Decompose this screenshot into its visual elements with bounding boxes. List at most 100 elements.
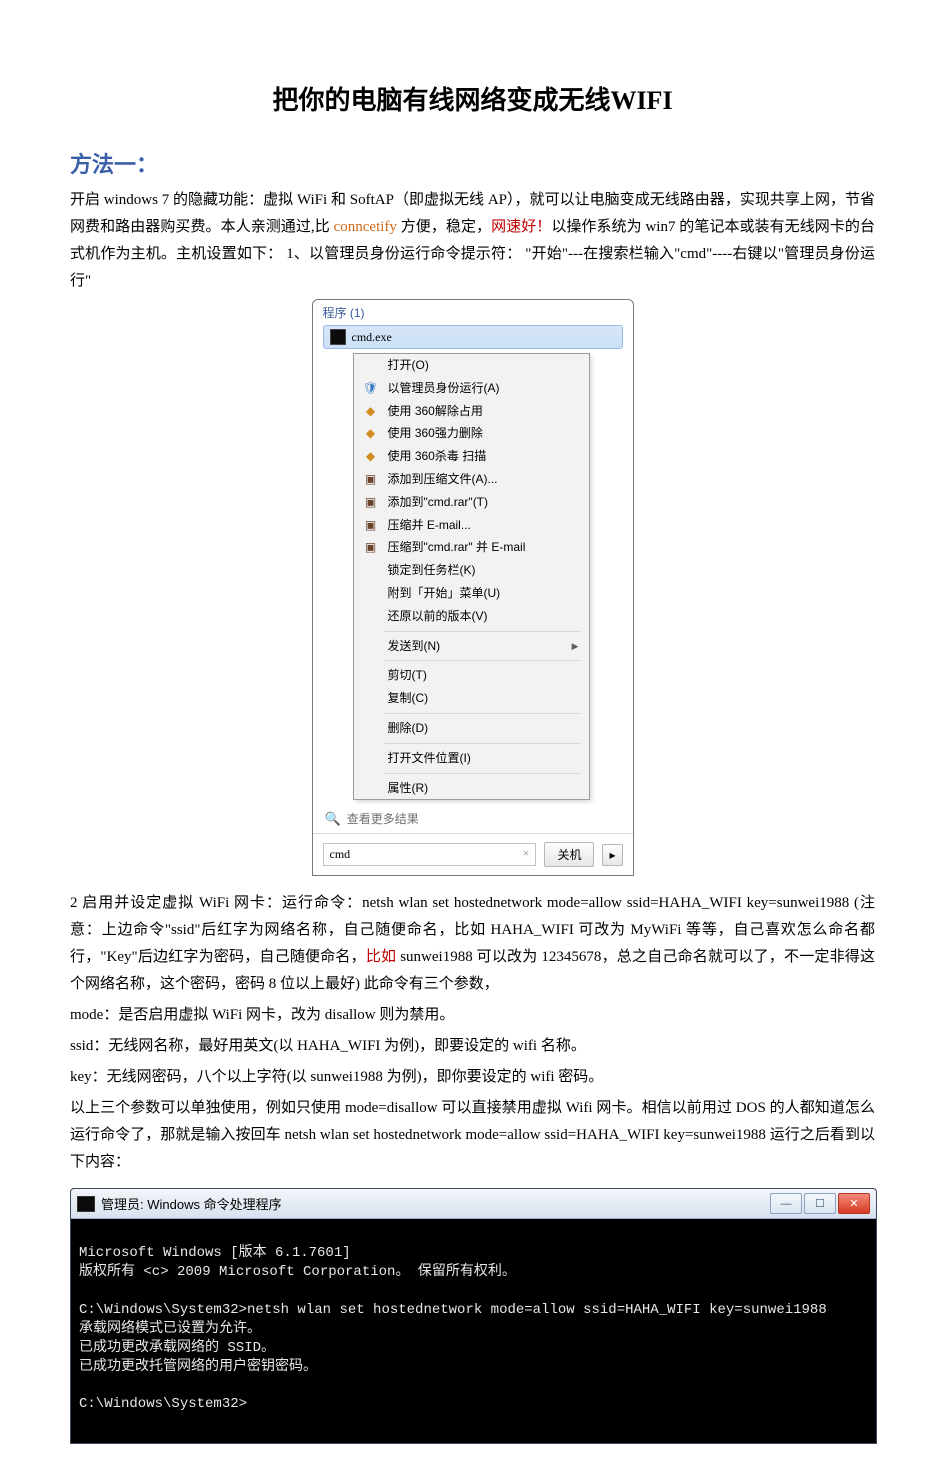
section-heading: 方法一： bbox=[70, 147, 875, 179]
text-highlight: 比如 bbox=[366, 949, 396, 965]
close-button[interactable]: ✕ bbox=[838, 1193, 870, 1214]
360-icon: ◆ bbox=[362, 426, 380, 442]
360-icon: ◆ bbox=[362, 403, 380, 419]
blank-icon bbox=[362, 780, 380, 796]
archive-icon: ▣ bbox=[362, 494, 380, 510]
search-icon: 🔍 bbox=[325, 811, 341, 827]
ctx-label: 删除(D) bbox=[388, 720, 429, 737]
cmd-icon bbox=[77, 1196, 95, 1212]
ctx-pin-taskbar[interactable]: 锁定到任务栏(K) bbox=[354, 559, 589, 582]
blank-icon bbox=[362, 638, 380, 654]
ctx-label: 剪切(T) bbox=[388, 667, 427, 684]
separator bbox=[384, 631, 581, 632]
blank-icon bbox=[362, 691, 380, 707]
blank-icon bbox=[362, 750, 380, 766]
cmd-window: 管理员: Windows 命令处理程序 — ☐ ✕ Microsoft Wind… bbox=[70, 1188, 877, 1444]
cmd-line: Microsoft Windows [版本 6.1.7601] bbox=[79, 1245, 351, 1261]
ctx-label: 发送到(N) bbox=[388, 638, 441, 655]
ctx-copy[interactable]: 复制(C) bbox=[354, 687, 589, 710]
see-more-label: 查看更多结果 bbox=[347, 810, 419, 827]
context-menu: 打开(O) 🛡 以管理员身份运行(A) ◆ 使用 360解除占用 ◆ 使用 36… bbox=[353, 353, 590, 800]
minimize-button[interactable]: — bbox=[770, 1193, 802, 1214]
ctx-compress-cmdrar-email[interactable]: ▣ 压缩到"cmd.rar" 并 E-mail bbox=[354, 536, 589, 559]
ctx-delete[interactable]: 删除(D) bbox=[354, 717, 589, 740]
text: 方便，稳定， bbox=[397, 219, 491, 235]
ctx-label: 属性(R) bbox=[388, 780, 429, 797]
ctx-label: 压缩到"cmd.rar" 并 E-mail bbox=[388, 539, 526, 556]
separator bbox=[384, 660, 581, 661]
page-title: 把你的电脑有线网络变成无线WIFI bbox=[70, 80, 875, 117]
ctx-360-scan[interactable]: ◆ 使用 360杀毒 扫描 bbox=[354, 445, 589, 468]
programs-header: 程序 (1) bbox=[313, 300, 633, 323]
start-menu-panel: 程序 (1) cmd.exe 打开(O) 🛡 以管理员身份运行(A) ◆ 使用 … bbox=[312, 299, 634, 876]
cmd-title: 管理员: Windows 命令处理程序 bbox=[101, 1194, 282, 1213]
maximize-button[interactable]: ☐ bbox=[804, 1193, 836, 1214]
ctx-cut[interactable]: 剪切(T) bbox=[354, 664, 589, 687]
param-ssid: ssid：无线网名称，最好用英文(以 HAHA_WIFI 为例)，即要设定的 w… bbox=[70, 1033, 875, 1060]
intro-paragraph: 开启 windows 7 的隐藏功能：虚拟 WiFi 和 SoftAP（即虚拟无… bbox=[70, 187, 875, 295]
cmd-line: 版权所有 <c> 2009 Microsoft Corporation。 保留所… bbox=[79, 1264, 516, 1280]
separator bbox=[384, 713, 581, 714]
shield-icon: 🛡 bbox=[362, 380, 380, 396]
cmd-line: 承载网络模式已设置为允许。 bbox=[79, 1321, 261, 1337]
ctx-pin-start[interactable]: 附到「开始」菜单(U) bbox=[354, 582, 589, 605]
ctx-360-unlock[interactable]: ◆ 使用 360解除占用 bbox=[354, 400, 589, 423]
ctx-label: 复制(C) bbox=[388, 690, 429, 707]
ctx-label: 添加到"cmd.rar"(T) bbox=[388, 494, 489, 511]
blank-icon bbox=[362, 608, 380, 624]
cmd-line: C:\Windows\System32> bbox=[79, 1396, 247, 1412]
ctx-360-force-delete[interactable]: ◆ 使用 360强力删除 bbox=[354, 422, 589, 445]
ctx-label: 使用 360杀毒 扫描 bbox=[388, 448, 487, 465]
ctx-label: 附到「开始」菜单(U) bbox=[388, 585, 501, 602]
ctx-properties[interactable]: 属性(R) bbox=[354, 777, 589, 800]
ctx-add-to-cmdrar[interactable]: ▣ 添加到"cmd.rar"(T) bbox=[354, 491, 589, 514]
shutdown-button[interactable]: 关机 bbox=[544, 842, 594, 867]
see-more-results[interactable]: 🔍 查看更多结果 bbox=[313, 800, 633, 833]
param-key: key：无线网密码，八个以上字符(以 sunwei1988 为例)，即你要设定的… bbox=[70, 1064, 875, 1091]
search-result-label: cmd.exe bbox=[352, 330, 392, 345]
ctx-open[interactable]: 打开(O) bbox=[354, 354, 589, 377]
cmd-titlebar: 管理员: Windows 命令处理程序 — ☐ ✕ bbox=[71, 1189, 876, 1219]
ctx-label: 打开文件位置(I) bbox=[388, 750, 471, 767]
ctx-label: 还原以前的版本(V) bbox=[388, 608, 488, 625]
cmd-line: 已成功更改托管网络的用户密钥密码。 bbox=[79, 1359, 317, 1375]
text-highlight: conncetify bbox=[334, 219, 397, 235]
blank-icon bbox=[362, 563, 380, 579]
cmd-line: 已成功更改承载网络的 SSID。 bbox=[79, 1340, 275, 1356]
ctx-run-as-admin[interactable]: 🛡 以管理员身份运行(A) bbox=[354, 377, 589, 400]
ctx-label: 使用 360强力删除 bbox=[388, 425, 483, 442]
params-usage: 以上三个参数可以单独使用，例如只使用 mode=disallow 可以直接禁用虚… bbox=[70, 1095, 875, 1176]
separator bbox=[384, 743, 581, 744]
ctx-label: 压缩并 E-mail... bbox=[388, 517, 471, 534]
archive-icon: ▣ bbox=[362, 540, 380, 556]
archive-icon: ▣ bbox=[362, 471, 380, 487]
360-icon: ◆ bbox=[362, 449, 380, 465]
ctx-send-to[interactable]: 发送到(N) bbox=[354, 635, 589, 658]
ctx-compress-email[interactable]: ▣ 压缩并 E-mail... bbox=[354, 514, 589, 537]
ctx-label: 添加到压缩文件(A)... bbox=[388, 471, 498, 488]
ctx-label: 使用 360解除占用 bbox=[388, 403, 483, 420]
archive-icon: ▣ bbox=[362, 517, 380, 533]
param-mode: mode：是否启用虚拟 WiFi 网卡，改为 disallow 则为禁用。 bbox=[70, 1002, 875, 1029]
cmd-line: C:\Windows\System32>netsh wlan set hoste… bbox=[79, 1302, 827, 1318]
ctx-label: 以管理员身份运行(A) bbox=[388, 380, 500, 397]
ctx-previous-versions[interactable]: 还原以前的版本(V) bbox=[354, 605, 589, 628]
blank-icon bbox=[362, 668, 380, 684]
search-result-cmd[interactable]: cmd.exe bbox=[323, 325, 623, 349]
cmd-output: Microsoft Windows [版本 6.1.7601] 版权所有 <c>… bbox=[71, 1219, 876, 1443]
blank-icon bbox=[362, 720, 380, 736]
ctx-add-to-archive[interactable]: ▣ 添加到压缩文件(A)... bbox=[354, 468, 589, 491]
search-value: cmd bbox=[330, 847, 351, 861]
text-highlight: 网速好！ bbox=[491, 219, 551, 235]
ctx-open-file-location[interactable]: 打开文件位置(I) bbox=[354, 747, 589, 770]
blank-icon bbox=[362, 357, 380, 373]
shutdown-options-button[interactable]: ▸ bbox=[602, 844, 622, 866]
clear-icon[interactable]: × bbox=[523, 846, 530, 861]
cmd-icon bbox=[330, 329, 346, 345]
separator bbox=[384, 773, 581, 774]
step2-paragraph: 2 启用并设定虚拟 WiFi 网卡：运行命令：netsh wlan set ho… bbox=[70, 890, 875, 998]
ctx-label: 锁定到任务栏(K) bbox=[388, 562, 476, 579]
ctx-label: 打开(O) bbox=[388, 357, 429, 374]
blank-icon bbox=[362, 585, 380, 601]
search-input[interactable]: cmd × bbox=[323, 843, 537, 866]
